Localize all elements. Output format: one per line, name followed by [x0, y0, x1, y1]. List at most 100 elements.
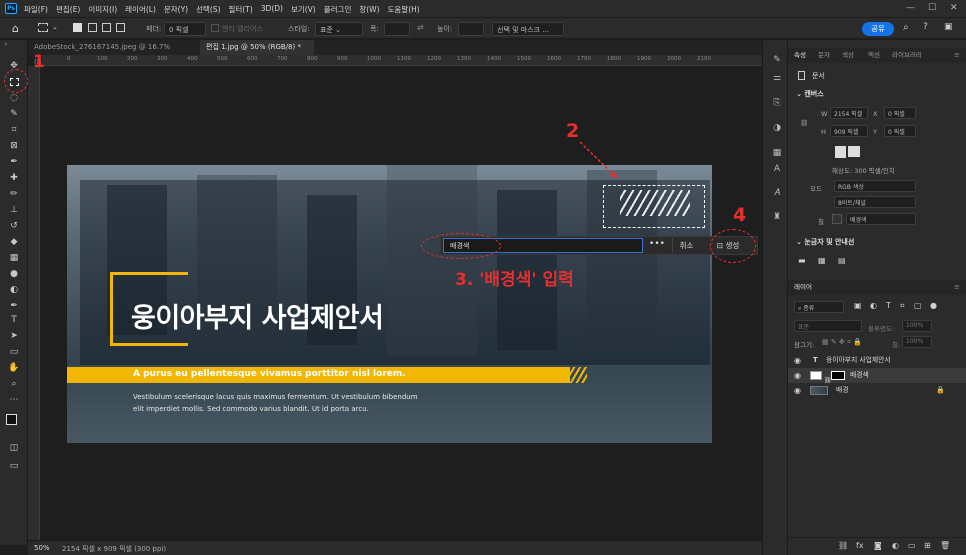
chevron-right-icon[interactable]: ›	[152, 544, 155, 552]
tab-character[interactable]: 문자	[818, 48, 830, 63]
style-select[interactable]: 표준 ⌄	[315, 22, 363, 36]
tab-actions[interactable]: 액션	[868, 48, 880, 63]
menu-item[interactable]: 선택(S)	[196, 4, 220, 15]
blend-mode-select[interactable]: 표준	[794, 320, 862, 332]
history-brush-tool-icon[interactable]: ↺	[7, 220, 21, 232]
fill-opacity-field[interactable]: 100%	[902, 336, 932, 348]
crop-tool-icon[interactable]: ⌗	[7, 124, 21, 136]
foreground-color-swatch[interactable]	[6, 414, 17, 425]
hand-tool-icon[interactable]: ✋	[7, 362, 21, 374]
guides-icon[interactable]: ▤	[838, 256, 846, 265]
rectangle-tool-icon[interactable]: ▭	[7, 346, 21, 358]
mode-select[interactable]: RGB 색상	[834, 180, 916, 192]
share-button[interactable]: 공유	[862, 22, 894, 36]
portrait-orientation-icon[interactable]	[835, 146, 846, 158]
close-window-icon[interactable]: ✕	[950, 3, 958, 13]
canvas-section-header[interactable]: ⌄ 캔버스	[796, 89, 824, 99]
lasso-tool-icon[interactable]: ◌	[7, 92, 21, 104]
tab-layers[interactable]: 레이어	[794, 280, 812, 295]
paragraph-icon[interactable]: 𝐴	[771, 188, 783, 200]
clone-stamp-tool-icon[interactable]: ⊥	[7, 204, 21, 216]
width-input[interactable]	[384, 22, 410, 36]
fill-swatch[interactable]	[832, 214, 842, 224]
zoom-tool-icon[interactable]: ⌕	[7, 378, 21, 390]
menu-item[interactable]: 필터(T)	[229, 4, 253, 15]
canvas-x-field[interactable]: 0 픽셀	[884, 107, 916, 119]
menu-item[interactable]: 도움말(H)	[388, 4, 420, 15]
brush-tool-icon[interactable]: ✏	[7, 188, 21, 200]
help-icon[interactable]: ?	[923, 22, 928, 32]
group-icon[interactable]: ▭	[908, 541, 916, 550]
fx-icon[interactable]: fx	[856, 541, 864, 550]
glyphs-icon[interactable]: ♜	[771, 212, 783, 224]
history-icon[interactable]: ⎘	[771, 98, 783, 110]
menu-item[interactable]: 레이어(L)	[125, 4, 156, 15]
quick-selection-tool-icon[interactable]: ✎	[7, 108, 21, 120]
ruler-icon[interactable]: ▬	[798, 256, 806, 265]
filter-type-icon[interactable]: T	[886, 301, 891, 310]
lock-icons[interactable]: ▦ ✎ ✥ ⌗ 🔒	[822, 338, 862, 347]
blur-tool-icon[interactable]: ●	[7, 268, 21, 280]
character-icon[interactable]: A	[771, 164, 783, 176]
new-layer-icon[interactable]: ⊞	[924, 541, 931, 550]
feather-input[interactable]: 0 픽셀	[164, 22, 206, 36]
antialias-checkbox[interactable]	[211, 24, 219, 32]
canvas-width-field[interactable]: 2154 픽셀	[830, 107, 868, 119]
select-and-mask-button[interactable]: 선택 및 마스크 ...	[492, 22, 564, 36]
layer-row-background-color[interactable]: ◉ ⛓ 배경색	[788, 368, 966, 384]
canvas-y-field[interactable]: 0 픽셀	[884, 125, 916, 137]
menu-item[interactable]: 창(W)	[359, 4, 379, 15]
gradient-tool-icon[interactable]: ▦	[7, 252, 21, 264]
frame-tool-icon[interactable]: ⊠	[7, 140, 21, 152]
pen-tool-icon[interactable]: ✒	[7, 300, 21, 312]
subtract-selection-icon[interactable]	[102, 23, 111, 32]
opacity-field[interactable]: 100%	[902, 320, 932, 332]
quick-mask-icon[interactable]: ◫	[7, 442, 21, 454]
layer-filter-select[interactable]: ⌕ 종류	[794, 301, 844, 313]
tab-libraries[interactable]: 라이브러리	[892, 48, 922, 63]
adjustments-icon[interactable]: ⚌	[771, 73, 783, 85]
workspace-icon[interactable]: ▣	[944, 22, 953, 32]
tab-adobestock[interactable]: AdobeStock_276167145.jpeg @ 16.7% (RGB/8…	[28, 40, 198, 66]
canvas-height-field[interactable]: 909 픽셀	[830, 125, 868, 137]
landscape-orientation-icon[interactable]	[848, 146, 860, 157]
tab-properties[interactable]: 속성	[794, 48, 806, 63]
eraser-tool-icon[interactable]: ◆	[7, 236, 21, 248]
maximize-icon[interactable]: ☐	[928, 3, 936, 13]
menu-item[interactable]: 편집(E)	[56, 4, 80, 15]
new-selection-icon[interactable]	[73, 23, 82, 32]
link-icon[interactable]: ⛓	[800, 119, 808, 127]
adjustment-layer-icon[interactable]: ◐	[892, 541, 899, 550]
search-icon[interactable]: ⌕	[903, 22, 909, 33]
tab-edit1[interactable]: 편집 1.jpg @ 50% (RGB/8) * ×	[200, 40, 314, 66]
healing-brush-tool-icon[interactable]: ✚	[7, 172, 21, 184]
filter-adjust-icon[interactable]: ◐	[870, 301, 877, 310]
marquee-tool-icon[interactable]	[38, 23, 48, 32]
more-options-button[interactable]: •••	[648, 238, 666, 253]
menu-item[interactable]: 3D(D)	[261, 4, 283, 15]
visibility-eye-icon[interactable]: ◉	[794, 353, 801, 368]
more-tools-icon[interactable]: ⋯	[7, 394, 21, 406]
zoom-level[interactable]: 50%	[34, 544, 50, 552]
minimize-icon[interactable]: —	[906, 3, 915, 13]
layer-row-title[interactable]: ◉ T 웅이아부지 사업제안서	[788, 353, 966, 368]
eyedropper-tool-icon[interactable]: ✒	[7, 156, 21, 168]
tab-color[interactable]: 색상	[842, 48, 854, 63]
height-input[interactable]	[458, 22, 484, 36]
brush-settings-icon[interactable]: ✎	[771, 55, 783, 67]
path-selection-tool-icon[interactable]: ➤	[7, 330, 21, 342]
intersect-selection-icon[interactable]	[116, 23, 125, 32]
add-selection-icon[interactable]	[88, 23, 97, 32]
filter-pixel-icon[interactable]: ▣	[854, 301, 862, 310]
menu-item[interactable]: 플러그인	[324, 4, 352, 15]
menu-item[interactable]: 보기(V)	[291, 4, 316, 15]
layer-row-background[interactable]: ◉ 배경 🔒	[788, 383, 966, 398]
fill-select[interactable]: 배경색	[846, 213, 916, 225]
panel-menu-icon[interactable]: ≡	[954, 48, 959, 63]
menu-item[interactable]: 이미지(I)	[88, 4, 117, 15]
menu-item[interactable]: 문자(Y)	[164, 4, 188, 15]
filter-smart-icon[interactable]: ▢	[914, 301, 922, 310]
collapse-icon[interactable]: »	[4, 41, 8, 48]
chevron-down-icon[interactable]: ⌄	[52, 23, 58, 31]
visibility-eye-icon[interactable]: ◉	[794, 368, 801, 383]
